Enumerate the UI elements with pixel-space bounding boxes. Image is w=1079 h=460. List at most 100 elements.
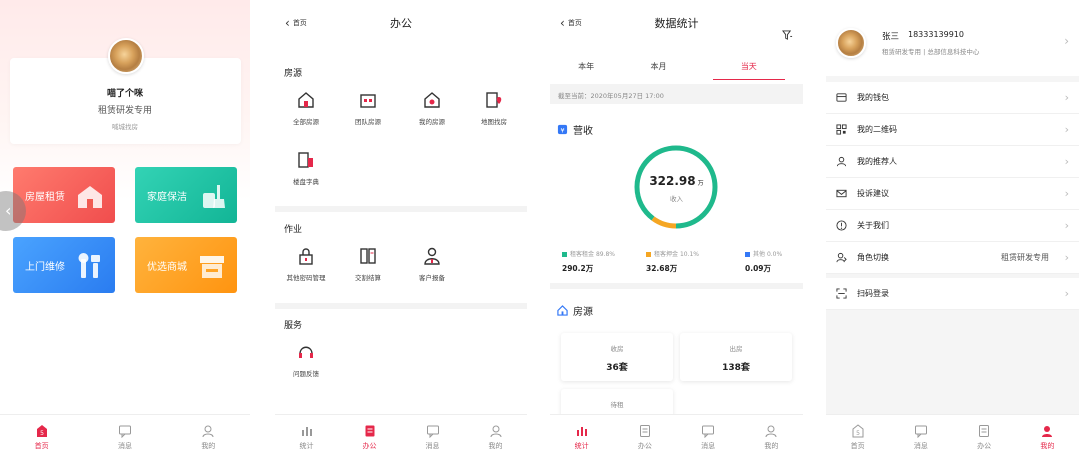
tab-messages[interactable]: 消息 — [83, 415, 166, 460]
grid-client-report[interactable]: 客户报备 — [401, 246, 463, 282]
tab-stats[interactable]: 统计 — [550, 415, 613, 460]
back-button[interactable]: ‹ 首页 — [560, 16, 582, 30]
tab-office[interactable]: 办公 — [338, 415, 401, 460]
grid-feedback[interactable]: 问题反馈 — [275, 342, 337, 378]
source-title: 房源 — [557, 303, 593, 318]
section-title-service: 服务 — [284, 321, 303, 331]
chevron-left-icon: ‹ — [285, 16, 290, 30]
menu-qrcode[interactable]: 我的二维码 › — [826, 114, 1079, 146]
grid-password-manage[interactable]: 其他密码管理 — [275, 246, 337, 282]
user-icon — [490, 425, 501, 438]
message-icon — [118, 425, 131, 438]
legend-dot — [745, 252, 750, 257]
tile-home-cleaning[interactable]: 家庭保洁 — [135, 167, 237, 223]
chevron-left-icon: ‹ — [560, 16, 565, 30]
grid-map-search[interactable]: 地图找房 — [463, 90, 525, 126]
back-button[interactable]: ‹ 首页 — [285, 16, 307, 30]
tile-label: 上门维修 — [25, 261, 65, 273]
period-tab-today[interactable]: 当天 — [712, 52, 785, 80]
section-divider — [275, 303, 527, 309]
tab-messages[interactable]: 消息 — [889, 415, 952, 460]
message-icon — [914, 425, 927, 438]
home-icon: 5 — [36, 425, 47, 437]
grid-team-houses[interactable]: 团队房源 — [337, 90, 399, 126]
tab-profile[interactable]: 我的 — [1016, 415, 1079, 460]
shop-icon — [200, 256, 224, 278]
legend-rent: 租客租金 89.8% 290.2万 — [562, 251, 615, 273]
user-subtitle: 喊城找房 — [112, 123, 138, 131]
mail-icon — [836, 189, 847, 198]
grid-my-houses[interactable]: 我的房源 — [401, 90, 463, 126]
switch-user-icon — [836, 252, 847, 263]
chevron-right-icon: › — [1064, 187, 1069, 200]
stat-card-rented-out[interactable]: 出房 138套 — [680, 333, 792, 381]
revenue-total-label: 收入 — [670, 195, 683, 203]
chart-icon — [301, 427, 312, 436]
avatar[interactable] — [836, 28, 866, 58]
chevron-left-icon: ‹ — [5, 201, 12, 220]
stats-screen: ‹ 首页 数据统计 本年 本月 当天 截至当前：2020年05月27日 17:00… — [550, 0, 803, 460]
legend-dot — [562, 252, 567, 257]
tab-profile[interactable]: 我的 — [464, 415, 527, 460]
tab-office[interactable]: 办公 — [613, 415, 676, 460]
tab-profile[interactable]: 我的 — [740, 415, 803, 460]
svg-text:¥: ¥ — [560, 126, 564, 134]
menu-role-switch[interactable]: 角色切换 租赁研发专用 › — [826, 242, 1079, 274]
document-icon — [639, 425, 650, 437]
avatar[interactable] — [108, 38, 144, 74]
menu-scan-login[interactable]: 扫码登录 › — [826, 278, 1079, 310]
tab-home[interactable]: 5 首页 — [826, 415, 889, 460]
legend-dot — [646, 252, 651, 257]
tile-house-rental[interactable]: 房屋租赁 — [13, 167, 115, 223]
client-icon — [424, 247, 440, 265]
tile-mall[interactable]: 优选商城 — [135, 237, 237, 293]
tab-messages[interactable]: 消息 — [677, 415, 740, 460]
tile-label: 房屋租赁 — [25, 191, 65, 203]
user-icon — [1042, 426, 1053, 437]
revenue-title: ¥ 营收 — [557, 122, 593, 137]
scan-menu: 扫码登录 › — [826, 278, 1079, 310]
nav-bar: ‹ 首页 数据统计 — [550, 0, 803, 46]
stat-card-received[interactable]: 收房 36套 — [561, 333, 673, 381]
office-screen: ‹ 首页 办公 房源 全部房源 团队房源 我的房源 地图找房 楼盘字典 作业 其他… — [275, 0, 527, 460]
menu-wallet[interactable]: 我的钱包 › — [826, 82, 1079, 114]
chevron-right-icon: › — [1064, 123, 1069, 136]
house-icon — [298, 92, 314, 108]
tile-home-repair[interactable]: 上门维修 — [13, 237, 115, 293]
section-title-work: 作业 — [284, 225, 303, 235]
dictionary-icon — [298, 152, 313, 168]
chevron-right-icon: › — [1064, 34, 1069, 48]
period-tab-year[interactable]: 本年 — [550, 52, 622, 80]
page-title: 数据统计 — [654, 17, 699, 30]
menu-complaint[interactable]: 投诉建议 › — [826, 178, 1079, 210]
tab-home[interactable]: 5 首页 — [0, 415, 83, 460]
grid-settlement[interactable]: 交割结算 — [337, 246, 399, 282]
menu-about[interactable]: 关于我们 › — [826, 210, 1079, 242]
scan-icon — [836, 288, 847, 299]
period-tab-month[interactable]: 本月 — [622, 52, 694, 80]
svg-text:5: 5 — [856, 430, 860, 437]
period-tabs: 本年 本月 当天 — [550, 52, 803, 80]
profile-header[interactable]: 张三 18333139910 租赁研发专用 | 总部信息科技中心 › — [826, 0, 1079, 76]
grid-building-dictionary[interactable]: 楼盘字典 — [275, 150, 337, 186]
chevron-right-icon: › — [1064, 219, 1069, 232]
chevron-right-icon: › — [1064, 287, 1069, 300]
lock-icon — [299, 248, 313, 265]
info-icon — [836, 220, 847, 231]
my-house-icon — [424, 92, 440, 108]
bottom-tab-bar: 统计 办公 消息 我的 — [550, 414, 803, 460]
chevron-right-icon: › — [1064, 91, 1069, 104]
tab-profile[interactable]: 我的 — [167, 415, 250, 460]
message-icon — [426, 425, 439, 438]
wallet-icon — [836, 93, 847, 102]
tab-messages[interactable]: 消息 — [401, 415, 464, 460]
tile-label: 家庭保洁 — [147, 191, 187, 203]
menu-referrer[interactable]: 我的推荐人 › — [826, 146, 1079, 178]
svg-text:5: 5 — [40, 430, 44, 437]
tile-label: 优选商城 — [147, 261, 187, 273]
grid-all-houses[interactable]: 全部房源 — [275, 90, 337, 126]
tab-office[interactable]: 办公 — [953, 415, 1016, 460]
filter-icon[interactable] — [782, 30, 793, 41]
nav-bar: ‹ 首页 办公 — [275, 0, 527, 46]
tab-stats[interactable]: 统计 — [275, 415, 338, 460]
